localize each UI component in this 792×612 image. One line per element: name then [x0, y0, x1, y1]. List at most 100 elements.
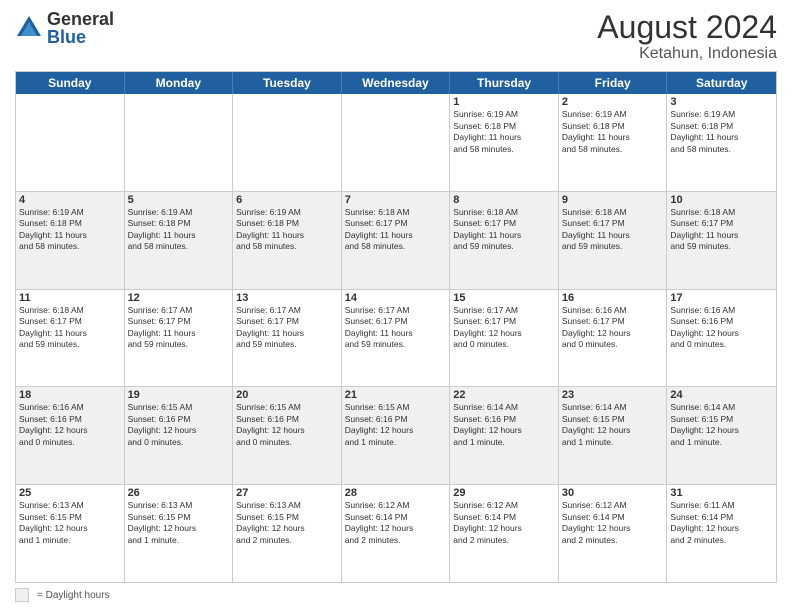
day-info: Sunrise: 6:17 AM Sunset: 6:17 PM Dayligh…: [128, 305, 230, 351]
calendar-day-header: Thursday: [450, 72, 559, 94]
calendar-cell: 28Sunrise: 6:12 AM Sunset: 6:14 PM Dayli…: [342, 485, 451, 582]
calendar-cell: 15Sunrise: 6:17 AM Sunset: 6:17 PM Dayli…: [450, 290, 559, 387]
day-number: 9: [562, 194, 664, 206]
calendar-cell: [233, 94, 342, 191]
day-number: 18: [19, 389, 121, 401]
calendar-cell: 31Sunrise: 6:11 AM Sunset: 6:14 PM Dayli…: [667, 485, 776, 582]
day-number: 5: [128, 194, 230, 206]
day-info: Sunrise: 6:19 AM Sunset: 6:18 PM Dayligh…: [19, 207, 121, 253]
day-number: 12: [128, 292, 230, 304]
calendar-cell: 14Sunrise: 6:17 AM Sunset: 6:17 PM Dayli…: [342, 290, 451, 387]
logo-blue: Blue: [47, 27, 86, 47]
day-number: 28: [345, 487, 447, 499]
calendar-cell: 10Sunrise: 6:18 AM Sunset: 6:17 PM Dayli…: [667, 192, 776, 289]
calendar-cell: 30Sunrise: 6:12 AM Sunset: 6:14 PM Dayli…: [559, 485, 668, 582]
calendar-cell: 25Sunrise: 6:13 AM Sunset: 6:15 PM Dayli…: [16, 485, 125, 582]
calendar-cell: [16, 94, 125, 191]
calendar-cell: 8Sunrise: 6:18 AM Sunset: 6:17 PM Daylig…: [450, 192, 559, 289]
legend-box: [15, 588, 29, 602]
day-info: Sunrise: 6:13 AM Sunset: 6:15 PM Dayligh…: [128, 500, 230, 546]
day-number: 20: [236, 389, 338, 401]
day-info: Sunrise: 6:12 AM Sunset: 6:14 PM Dayligh…: [562, 500, 664, 546]
day-info: Sunrise: 6:14 AM Sunset: 6:16 PM Dayligh…: [453, 402, 555, 448]
day-number: 22: [453, 389, 555, 401]
logo: General Blue: [15, 10, 114, 46]
day-info: Sunrise: 6:17 AM Sunset: 6:17 PM Dayligh…: [236, 305, 338, 351]
day-number: 19: [128, 389, 230, 401]
day-info: Sunrise: 6:18 AM Sunset: 6:17 PM Dayligh…: [19, 305, 121, 351]
day-number: 25: [19, 487, 121, 499]
calendar-cell: 12Sunrise: 6:17 AM Sunset: 6:17 PM Dayli…: [125, 290, 234, 387]
day-number: 30: [562, 487, 664, 499]
calendar-cell: 27Sunrise: 6:13 AM Sunset: 6:15 PM Dayli…: [233, 485, 342, 582]
logo-general: General: [47, 9, 114, 29]
calendar-cell: 19Sunrise: 6:15 AM Sunset: 6:16 PM Dayli…: [125, 387, 234, 484]
day-number: 2: [562, 96, 664, 108]
day-number: 1: [453, 96, 555, 108]
day-info: Sunrise: 6:12 AM Sunset: 6:14 PM Dayligh…: [345, 500, 447, 546]
day-number: 6: [236, 194, 338, 206]
calendar-day-header: Sunday: [16, 72, 125, 94]
calendar-cell: 20Sunrise: 6:15 AM Sunset: 6:16 PM Dayli…: [233, 387, 342, 484]
calendar-day-header: Monday: [125, 72, 234, 94]
day-info: Sunrise: 6:18 AM Sunset: 6:17 PM Dayligh…: [345, 207, 447, 253]
calendar-cell: 4Sunrise: 6:19 AM Sunset: 6:18 PM Daylig…: [16, 192, 125, 289]
calendar-cell: 2Sunrise: 6:19 AM Sunset: 6:18 PM Daylig…: [559, 94, 668, 191]
calendar-day-header: Wednesday: [342, 72, 451, 94]
day-info: Sunrise: 6:14 AM Sunset: 6:15 PM Dayligh…: [562, 402, 664, 448]
calendar-week: 11Sunrise: 6:18 AM Sunset: 6:17 PM Dayli…: [16, 290, 776, 388]
calendar-day-header: Friday: [559, 72, 668, 94]
day-number: 3: [670, 96, 773, 108]
day-number: 4: [19, 194, 121, 206]
day-info: Sunrise: 6:18 AM Sunset: 6:17 PM Dayligh…: [453, 207, 555, 253]
main-title: August 2024: [597, 10, 777, 45]
day-info: Sunrise: 6:17 AM Sunset: 6:17 PM Dayligh…: [453, 305, 555, 351]
calendar-cell: 22Sunrise: 6:14 AM Sunset: 6:16 PM Dayli…: [450, 387, 559, 484]
logo-icon: [15, 14, 43, 42]
day-number: 31: [670, 487, 773, 499]
calendar-cell: 29Sunrise: 6:12 AM Sunset: 6:14 PM Dayli…: [450, 485, 559, 582]
day-number: 16: [562, 292, 664, 304]
calendar-cell: 3Sunrise: 6:19 AM Sunset: 6:18 PM Daylig…: [667, 94, 776, 191]
page: General Blue August 2024 Ketahun, Indone…: [0, 0, 792, 612]
calendar-cell: 7Sunrise: 6:18 AM Sunset: 6:17 PM Daylig…: [342, 192, 451, 289]
day-number: 14: [345, 292, 447, 304]
calendar-body: 1 Sunrise: 6:19 AM Sunset: 6:18 PM Daylig…: [16, 94, 776, 582]
calendar-cell: 17Sunrise: 6:16 AM Sunset: 6:16 PM Dayli…: [667, 290, 776, 387]
header: General Blue August 2024 Ketahun, Indone…: [15, 10, 777, 63]
calendar-day-header: Saturday: [667, 72, 776, 94]
day-number: 13: [236, 292, 338, 304]
day-info: Sunrise: 6:16 AM Sunset: 6:16 PM Dayligh…: [19, 402, 121, 448]
day-number: 17: [670, 292, 773, 304]
calendar-week: 25 Sunrise: 6:13 AM Sunset: 6:15 PM Dayli…: [16, 485, 776, 582]
calendar-cell: 26Sunrise: 6:13 AM Sunset: 6:15 PM Dayli…: [125, 485, 234, 582]
day-info: Sunrise: 6:15 AM Sunset: 6:16 PM Dayligh…: [236, 402, 338, 448]
day-info: Sunrise: 6:12 AM Sunset: 6:14 PM Dayligh…: [453, 500, 555, 546]
subtitle: Ketahun, Indonesia: [597, 45, 777, 63]
day-info: Sunrise: 6:15 AM Sunset: 6:16 PM Dayligh…: [345, 402, 447, 448]
calendar-cell: 16Sunrise: 6:16 AM Sunset: 6:17 PM Dayli…: [559, 290, 668, 387]
day-number: 8: [453, 194, 555, 206]
calendar-cell: 18Sunrise: 6:16 AM Sunset: 6:16 PM Dayli…: [16, 387, 125, 484]
calendar-cell: [125, 94, 234, 191]
day-number: 7: [345, 194, 447, 206]
day-info: Sunrise: 6:11 AM Sunset: 6:14 PM Dayligh…: [670, 500, 773, 546]
day-info: Sunrise: 6:19 AM Sunset: 6:18 PM Dayligh…: [128, 207, 230, 253]
calendar-week: 4Sunrise: 6:19 AM Sunset: 6:18 PM Daylig…: [16, 192, 776, 290]
calendar-week: 18Sunrise: 6:16 AM Sunset: 6:16 PM Dayli…: [16, 387, 776, 485]
calendar-cell: 1Sunrise: 6:19 AM Sunset: 6:18 PM Daylig…: [450, 94, 559, 191]
legend-label: = Daylight hours: [37, 590, 110, 601]
calendar-header: SundayMondayTuesdayWednesdayThursdayFrid…: [16, 72, 776, 94]
calendar-cell: 6Sunrise: 6:19 AM Sunset: 6:18 PM Daylig…: [233, 192, 342, 289]
calendar-cell: 5Sunrise: 6:19 AM Sunset: 6:18 PM Daylig…: [125, 192, 234, 289]
day-number: 29: [453, 487, 555, 499]
day-info: Sunrise: 6:16 AM Sunset: 6:16 PM Dayligh…: [670, 305, 773, 351]
day-number: 24: [670, 389, 773, 401]
day-info: Sunrise: 6:19 AM Sunset: 6:18 PM Dayligh…: [236, 207, 338, 253]
calendar-cell: 11Sunrise: 6:18 AM Sunset: 6:17 PM Dayli…: [16, 290, 125, 387]
legend: = Daylight hours: [15, 588, 777, 602]
day-info: Sunrise: 6:15 AM Sunset: 6:16 PM Dayligh…: [128, 402, 230, 448]
day-number: 21: [345, 389, 447, 401]
day-info: Sunrise: 6:14 AM Sunset: 6:15 PM Dayligh…: [670, 402, 773, 448]
calendar-cell: 13Sunrise: 6:17 AM Sunset: 6:17 PM Dayli…: [233, 290, 342, 387]
